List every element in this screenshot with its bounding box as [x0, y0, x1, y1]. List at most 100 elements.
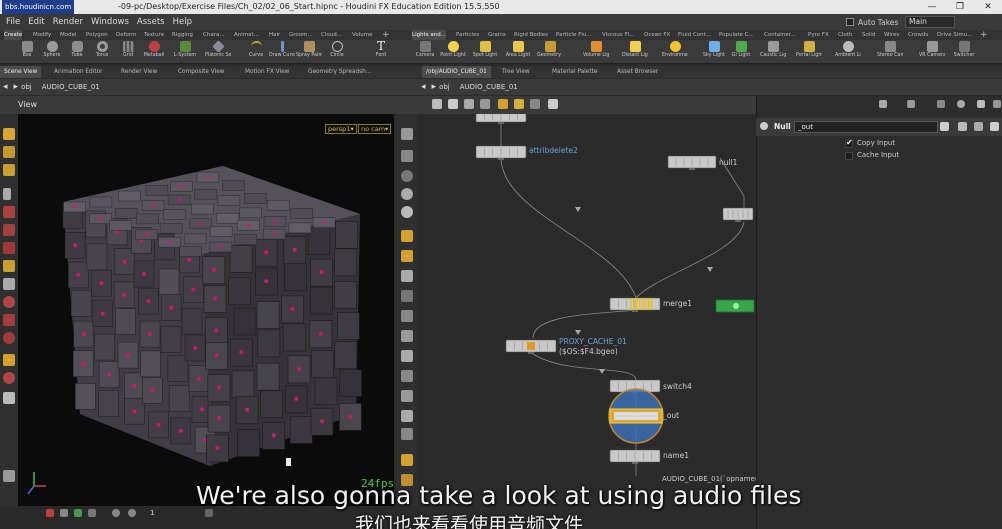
tool-spray-paint[interactable]: Spray Paint — [296, 41, 322, 63]
tab-asset-browser[interactable]: Asset Browser — [613, 66, 662, 78]
tab-geometry-spreadsheet[interactable]: Geometry Spreadsh... — [304, 66, 375, 78]
lasso-icon[interactable] — [3, 332, 15, 344]
forward-arrow-icon[interactable]: ▸ — [14, 82, 19, 92]
rotate-tool-icon[interactable] — [3, 278, 15, 290]
node-label-switch[interactable]: switch4 — [663, 382, 692, 391]
camera-menu[interactable]: no cam▾ — [358, 124, 392, 134]
shelf-tab-lights[interactable]: Lights and... — [412, 30, 446, 40]
tool-caustic-light[interactable]: Caustic Light — [760, 41, 786, 63]
move-tool-icon[interactable] — [3, 146, 15, 158]
node-label-attribdelete[interactable]: attribdelete2 — [529, 146, 578, 155]
template-icon[interactable] — [401, 230, 413, 242]
abc-icon[interactable] — [401, 428, 413, 440]
tab-network-editor[interactable]: /obj/AUDIO_CUBE_01 — [422, 66, 491, 78]
layout-icon[interactable] — [480, 99, 490, 109]
shelf-tab[interactable]: Rigging — [172, 30, 193, 40]
shelf-tab[interactable]: Deform — [116, 30, 136, 40]
shelf-tab[interactable]: Polygon — [86, 30, 108, 40]
grid-view-icon[interactable] — [464, 99, 474, 109]
auto-takes-toggle[interactable]: Auto Takes — [846, 16, 898, 28]
back-arrow-icon[interactable]: ◂ — [421, 82, 426, 92]
play-icon[interactable] — [74, 509, 82, 517]
copy-input-checkbox[interactable]: ✔ — [845, 138, 853, 148]
forward-arrow-icon[interactable]: ▸ — [432, 82, 437, 92]
timeline-icon[interactable] — [205, 509, 213, 517]
node-label-proxy-cache[interactable]: PROXY_CACHE_01 — [559, 337, 627, 346]
tool-vr-camera[interactable]: VR Camera — [919, 41, 945, 63]
tab-render-view[interactable]: Render View — [117, 66, 161, 78]
add-shelf-icon[interactable]: + — [980, 30, 988, 40]
tool-circle[interactable]: Circle — [324, 41, 350, 63]
tool-geometry-light[interactable]: Geometry L... — [537, 41, 563, 63]
menu-file[interactable]: File — [6, 17, 20, 27]
auto-takes-checkbox[interactable] — [846, 18, 854, 26]
select-tool-icon[interactable] — [3, 128, 15, 140]
network-box-icon[interactable] — [514, 99, 524, 109]
tool-point-light[interactable]: Point Light — [440, 41, 466, 63]
tool-gi-light[interactable]: GI Light — [728, 41, 754, 63]
shelf-tab[interactable]: Solid — [862, 30, 875, 40]
shelf-tab[interactable]: Cloth — [838, 30, 852, 40]
shelf-tab[interactable]: Modify — [33, 30, 51, 40]
tool-sky-light[interactable]: Sky Light — [701, 41, 727, 63]
desktop-select[interactable]: Main — [905, 16, 955, 28]
shelf-tab[interactable]: Model — [60, 30, 77, 40]
menu-render[interactable]: Render — [53, 17, 83, 27]
tab-motion-fx-view[interactable]: Motion FX View — [241, 66, 293, 78]
menu-windows[interactable]: Windows — [91, 17, 129, 27]
back-arrow-icon[interactable]: ◂ — [3, 82, 8, 92]
pin-icon[interactable] — [937, 100, 945, 108]
shelf-tab[interactable]: Fluid Cont... — [678, 30, 711, 40]
sticky-note-icon[interactable] — [498, 99, 508, 109]
shelf-tab[interactable]: Drive Simu... — [937, 30, 973, 40]
camera-view-icon[interactable] — [401, 150, 413, 162]
node-name-field[interactable]: _out — [794, 121, 938, 133]
shelf-tab[interactable]: Pyro FX — [808, 30, 829, 40]
stop-icon[interactable] — [60, 509, 68, 517]
menu-help[interactable]: Help — [173, 17, 192, 27]
snap-tool-icon[interactable] — [3, 260, 15, 272]
handle-tool-icon[interactable] — [3, 164, 15, 176]
handle-icon[interactable] — [3, 314, 15, 326]
brush-tool-icon[interactable] — [3, 242, 15, 254]
magnet-icon[interactable] — [3, 296, 15, 308]
breadcrumb-audio-cube[interactable]: AUDIO_CUBE_01 — [460, 83, 518, 91]
shelf-tab[interactable]: Cloud... — [321, 30, 342, 40]
tree-icon[interactable] — [448, 99, 458, 109]
shading-icon[interactable] — [401, 170, 413, 182]
shelf-tab[interactable]: Texture — [144, 30, 164, 40]
dot-node-icon[interactable] — [530, 99, 540, 109]
tool-platonic[interactable]: Platonic Sol... — [205, 40, 231, 63]
pose-tool-icon[interactable] — [3, 224, 15, 236]
tool-tube[interactable]: Tube — [64, 41, 90, 63]
ghost-display-icon[interactable] — [401, 250, 413, 262]
dot-icon[interactable] — [401, 290, 413, 302]
shelf-tab[interactable]: Rigid Bodies — [514, 30, 548, 40]
tool-curve[interactable]: Curve — [243, 41, 269, 63]
record-icon[interactable] — [46, 509, 54, 517]
network-editor[interactable]: attribdelete2 null1 merge1 PROXY_CACHE_0… — [418, 114, 756, 529]
ghost-icon[interactable] — [3, 392, 15, 404]
shelf-tab[interactable]: Hair — [269, 30, 280, 40]
tab-composite-view[interactable]: Composite View — [174, 66, 229, 78]
shelf-tab[interactable]: Populate C... — [719, 30, 754, 40]
realtime-icon[interactable] — [128, 509, 136, 517]
search-icon[interactable] — [957, 100, 965, 108]
tool-sphere[interactable]: Sphere — [39, 41, 65, 63]
close-button[interactable]: ✕ — [974, 0, 1002, 14]
shelf-tab[interactable]: Chara... — [203, 30, 225, 40]
shelf-tab[interactable]: Animat... — [234, 30, 259, 40]
breadcrumb-obj[interactable]: obj — [439, 83, 450, 91]
shelf-tab[interactable]: Grains — [488, 30, 506, 40]
tool-lsystem[interactable]: L-System — [172, 41, 198, 63]
shelf-tab[interactable]: Volume — [352, 30, 372, 40]
frame-field[interactable]: 1 — [150, 508, 168, 518]
tool-box[interactable]: Box — [14, 41, 40, 63]
shelf-tab[interactable]: Ocean FX — [644, 30, 670, 40]
menu-icon[interactable] — [993, 100, 1001, 108]
tab-material-palette[interactable]: Material Palette — [548, 66, 601, 78]
step-icon[interactable] — [88, 509, 96, 517]
tool-volume-light[interactable]: Volume Light — [583, 41, 609, 63]
light-icon[interactable] — [401, 188, 413, 200]
loop-icon[interactable] — [112, 509, 120, 517]
